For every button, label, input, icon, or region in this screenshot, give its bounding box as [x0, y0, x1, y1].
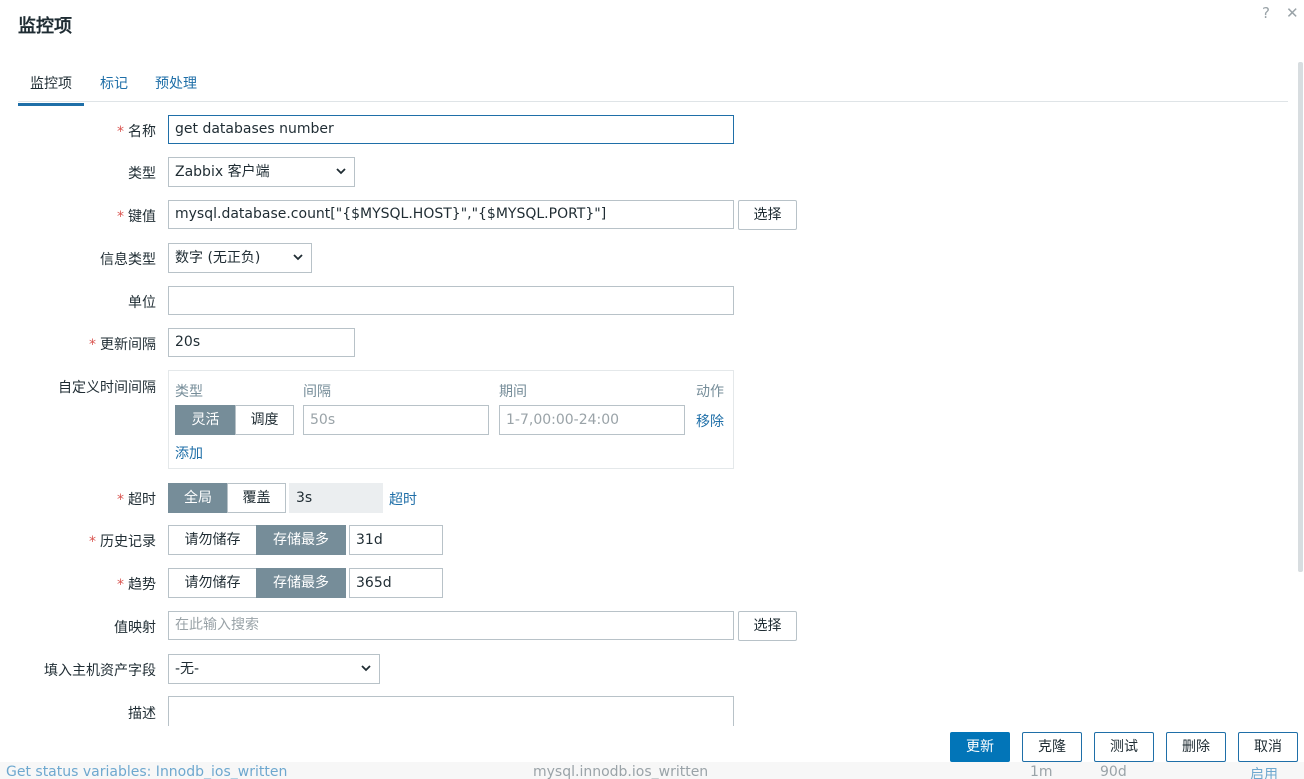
chevron-down-icon	[336, 168, 346, 175]
item-dialog: 监控项 ? ✕ 监控项 标记 预处理 * 名称 get databases num…	[0, 0, 1304, 762]
history-label: * 历史记录	[89, 534, 156, 550]
col-header-period: 期间	[499, 384, 527, 400]
test-button[interactable]: 测试	[1094, 732, 1154, 762]
scheduling-toggle[interactable]: 调度	[235, 405, 294, 435]
close-icon[interactable]: ✕	[1286, 4, 1299, 22]
tab-preprocessing[interactable]: 预处理	[155, 73, 197, 93]
tab-tags[interactable]: 标记	[100, 73, 128, 93]
timeout-override-toggle[interactable]: 覆盖	[227, 483, 286, 513]
timeout-global-toggle[interactable]: 全局	[168, 483, 228, 513]
help-icon[interactable]: ?	[1262, 4, 1270, 22]
update-interval-label: * 更新间隔	[89, 337, 156, 353]
dialog-scrollbar[interactable]	[1298, 62, 1303, 572]
interval-input[interactable]: 50s	[303, 405, 489, 435]
background-row-history: 90d	[1100, 764, 1127, 779]
inventory-label: 填入主机资产字段	[44, 663, 156, 679]
name-input[interactable]: get databases number	[168, 115, 734, 144]
update-interval-input[interactable]: 20s	[168, 328, 355, 357]
trends-store-up-to-toggle[interactable]: 存储最多	[256, 568, 346, 598]
tab-bar: 监控项 标记 预处理	[18, 64, 1288, 106]
description-textarea[interactable]	[168, 696, 734, 726]
delete-button[interactable]: 删除	[1166, 732, 1226, 762]
key-label: * 键值	[117, 209, 156, 225]
trends-dont-store-toggle[interactable]: 请勿储存	[168, 568, 257, 598]
add-interval-link[interactable]: 添加	[175, 443, 203, 463]
chevron-down-icon	[361, 665, 371, 672]
tab-item[interactable]: 监控项	[18, 73, 84, 106]
description-label: 描述	[128, 706, 156, 722]
history-input[interactable]: 31d	[349, 525, 443, 555]
trends-input[interactable]: 365d	[349, 568, 443, 598]
history-dont-store-toggle[interactable]: 请勿储存	[168, 525, 257, 555]
background-row-name: Get status variables: Innodb_ios_written	[6, 764, 288, 779]
period-input[interactable]: 1-7,00:00-24:00	[499, 405, 685, 435]
timeout-value-input: 3s	[289, 483, 383, 513]
background-row-interval: 1m	[1030, 764, 1053, 779]
info-type-select[interactable]: 数字 (无正负)	[168, 243, 312, 273]
units-input[interactable]	[168, 286, 734, 315]
background-row-action: 启用	[1250, 767, 1278, 779]
chevron-down-icon	[293, 254, 303, 261]
value-map-search-input[interactable]: 在此输入搜索	[168, 611, 734, 640]
trends-label: * 趋势	[117, 577, 156, 593]
value-map-label: 值映射	[114, 620, 156, 636]
info-type-label: 信息类型	[100, 252, 156, 268]
remove-link[interactable]: 移除	[696, 411, 724, 431]
timeout-link[interactable]: 超时	[389, 489, 417, 509]
history-store-up-to-toggle[interactable]: 存储最多	[256, 525, 346, 555]
value-map-select-button[interactable]: 选择	[738, 611, 797, 641]
key-input[interactable]: mysql.database.count["{$MYSQL.HOST}","{$…	[168, 200, 734, 229]
background-table-row: Get status variables: Innodb_ios_written…	[0, 760, 1304, 779]
custom-intervals-label: 自定义时间间隔	[58, 380, 156, 396]
timeout-label: * 超时	[117, 492, 156, 508]
cancel-button[interactable]: 取消	[1238, 732, 1298, 762]
col-header-action: 动作	[696, 384, 724, 400]
clone-button[interactable]: 克隆	[1022, 732, 1082, 762]
update-button[interactable]: 更新	[950, 732, 1010, 762]
name-label: * 名称	[117, 124, 156, 140]
inventory-select[interactable]: -无-	[168, 654, 380, 684]
custom-intervals-table: 类型 间隔 期间 动作 灵活 调度 50s 1-7,00:00-24:00 移除…	[168, 370, 734, 469]
type-select[interactable]: Zabbix 客户端	[168, 157, 355, 187]
key-select-button[interactable]: 选择	[738, 200, 797, 230]
dialog-title: 监控项	[18, 16, 72, 37]
units-label: 单位	[128, 295, 156, 311]
col-header-type: 类型	[175, 384, 203, 400]
background-row-key: mysql.innodb.ios_written	[533, 764, 709, 779]
type-label: 类型	[128, 166, 156, 182]
flexible-toggle[interactable]: 灵活	[175, 405, 236, 435]
col-header-interval: 间隔	[303, 384, 331, 400]
